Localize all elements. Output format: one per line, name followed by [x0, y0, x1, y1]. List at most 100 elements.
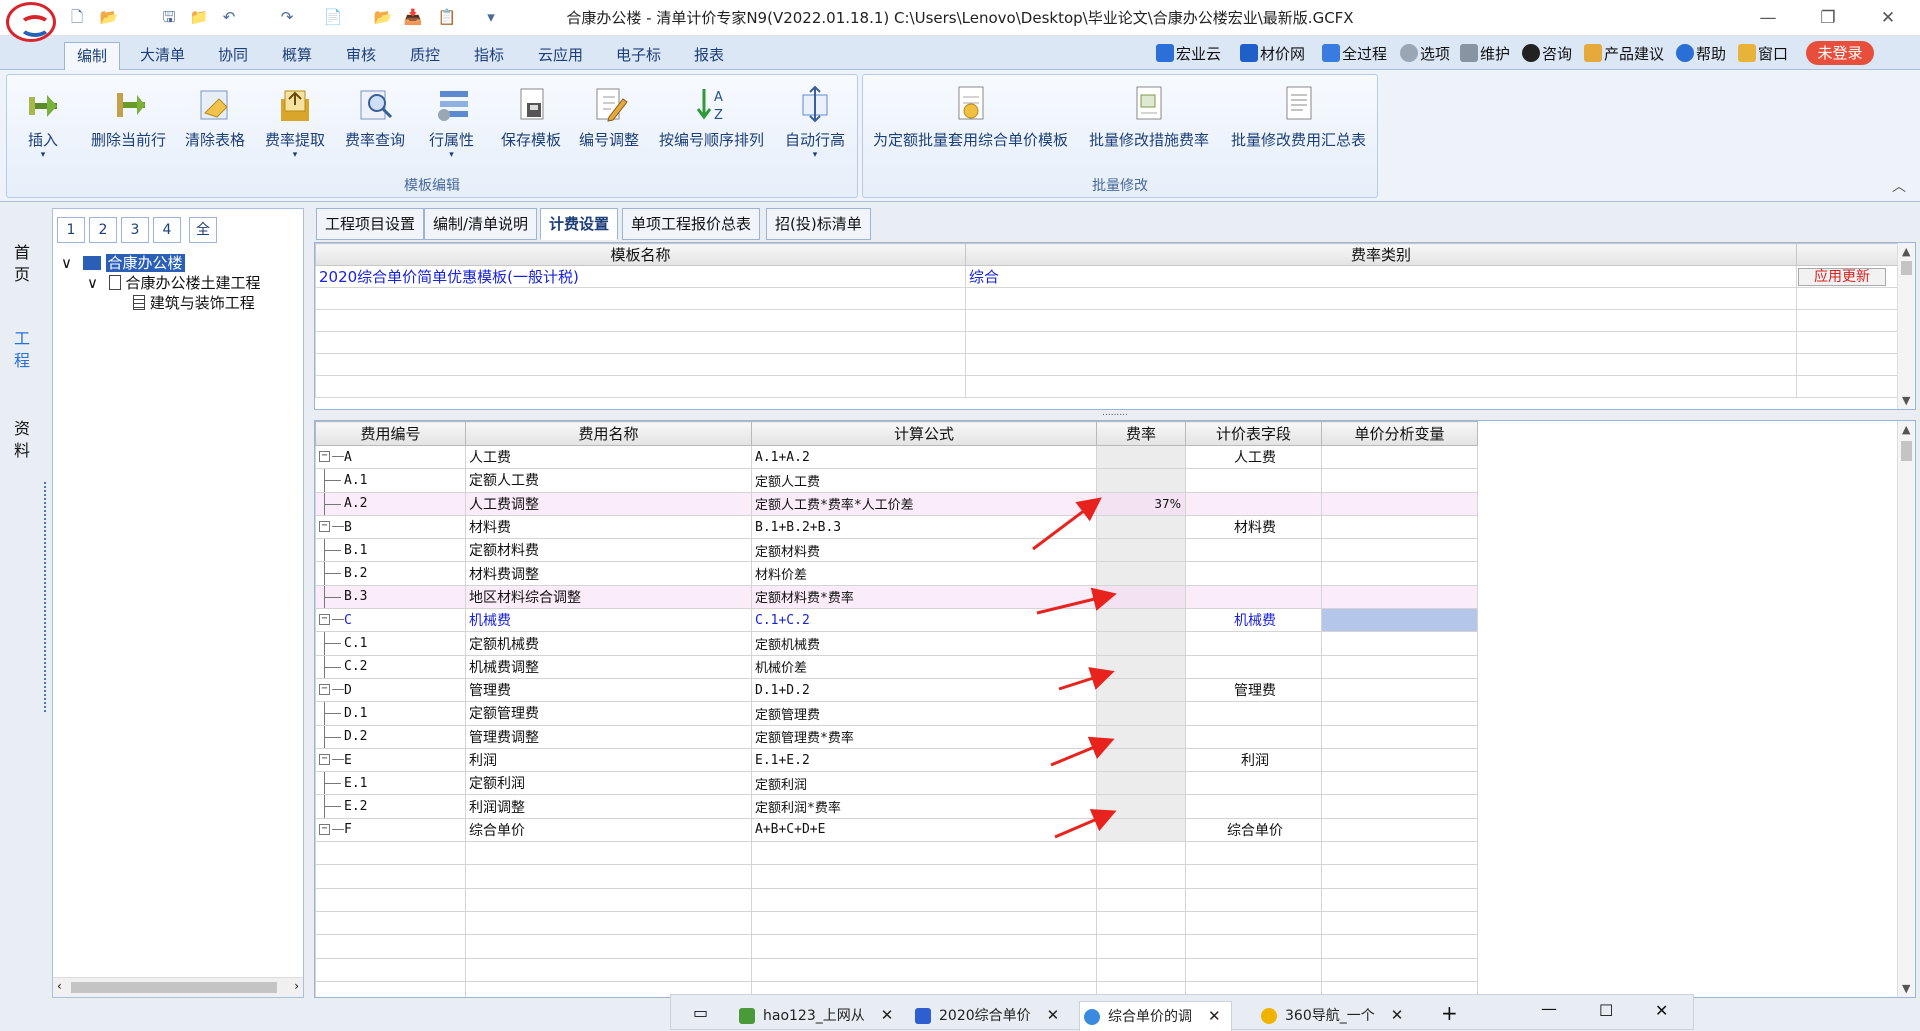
analysis-var-cell[interactable] — [1321, 794, 1478, 819]
auto-row-height-button[interactable]: 自动行高 ▾ — [785, 83, 845, 160]
fee-name-cell[interactable]: 定额人工费 — [465, 468, 752, 493]
sidebar-item-home[interactable]: 首页 — [10, 242, 34, 286]
tab-fee-settings[interactable]: 计费设置 — [540, 208, 619, 240]
close-tab-icon[interactable]: ✕ — [1391, 1006, 1404, 1024]
col-header-fee-name[interactable]: 费用名称 — [465, 421, 752, 446]
browser-maximize-button[interactable]: ☐ — [1599, 1001, 1613, 1020]
fee-name-cell[interactable]: 定额机械费 — [465, 631, 752, 656]
collapse-node-icon[interactable]: − — [319, 823, 344, 835]
pricing-field-cell[interactable]: 综合单价 — [1185, 817, 1322, 843]
fee-code-cell[interactable]: − D — [315, 677, 466, 703]
rate-cell[interactable] — [1096, 654, 1186, 679]
pricing-field-cell[interactable] — [1185, 631, 1322, 656]
chevron-down-icon[interactable]: ∨ — [87, 274, 98, 292]
rate-cell[interactable] — [1096, 794, 1186, 819]
collapse-node-icon[interactable]: − — [319, 753, 344, 765]
pricing-field-cell[interactable] — [1185, 771, 1322, 796]
fee-name-cell[interactable]: 管理费 — [465, 677, 752, 703]
analysis-var-cell[interactable] — [1321, 514, 1478, 540]
fee-code-cell[interactable]: − F — [315, 817, 466, 843]
browser-tab-hao123[interactable]: hao123_上网从 ✕ — [735, 1001, 893, 1031]
pricing-field-cell[interactable] — [1185, 701, 1322, 726]
rate-cell[interactable] — [1096, 444, 1186, 470]
table-row[interactable]: B.1 定额材料费 定额材料费 — [315, 538, 1478, 563]
close-tab-icon[interactable]: ✕ — [1208, 1007, 1221, 1025]
batch-apply-template-button[interactable]: 为定额批量套用综合单价模板 — [873, 83, 1068, 150]
link-suggestion[interactable]: 产品建议 — [1584, 42, 1664, 66]
col-header-formula[interactable]: 计算公式 — [751, 421, 1097, 446]
collapse-node-icon[interactable]: − — [319, 520, 344, 532]
new-tab-button[interactable]: + — [1441, 1001, 1458, 1025]
fee-name-cell[interactable]: 利润调整 — [465, 794, 752, 819]
close-tab-icon[interactable]: ✕ — [1047, 1006, 1060, 1024]
rate-query-button[interactable]: 费率查询 — [345, 83, 405, 150]
col-header-rate-category[interactable]: 费率类别 — [965, 243, 1797, 266]
table-row[interactable]: 2020综合单价简单优惠模板(一般计税) 综合 应用更新 — [315, 265, 1898, 288]
sidebar-item-project[interactable]: 工程 — [10, 328, 34, 372]
table-row[interactable]: B.3 地区材料综合调整 定额材料费*费率 — [315, 584, 1478, 610]
browser-minimize-button[interactable]: — — [1541, 999, 1557, 1018]
analysis-var-cell[interactable] — [1321, 701, 1478, 726]
table-row[interactable]: B.2 材料费调整 材料价差 — [315, 561, 1478, 586]
renumber-button[interactable]: 编号调整 — [579, 83, 639, 150]
pricing-field-cell[interactable] — [1185, 654, 1322, 679]
rate-extract-button[interactable]: 费率提取 ▾ — [265, 83, 325, 160]
level-tab-3[interactable]: 3 — [121, 217, 149, 243]
scroll-thumb[interactable] — [1901, 261, 1912, 275]
analysis-var-cell[interactable] — [1321, 608, 1478, 633]
rate-cell[interactable] — [1096, 584, 1186, 610]
formula-cell[interactable]: A.1+A.2 — [751, 444, 1097, 470]
fee-name-cell[interactable]: 人工费 — [465, 444, 752, 470]
pricing-field-cell[interactable] — [1185, 561, 1322, 586]
fee-code-cell[interactable]: B.2 — [315, 561, 466, 586]
table-row[interactable]: A.1 定额人工费 定额人工费 — [315, 468, 1478, 493]
tab-project-settings[interactable]: 工程项目设置 — [316, 208, 425, 240]
tree-horizontal-scrollbar[interactable]: ‹ › — [53, 977, 303, 997]
formula-cell[interactable]: 定额机械费 — [751, 631, 1097, 656]
table-row[interactable]: − D 管理费 D.1+D.2 管理费 — [315, 677, 1478, 703]
link-options[interactable]: 选项 — [1400, 42, 1450, 66]
tab-bid-list[interactable]: 招(投)标清单 — [766, 208, 871, 240]
delete-row-button[interactable]: 删除当前行 — [91, 83, 166, 150]
rate-cell[interactable] — [1096, 561, 1186, 586]
collapse-ribbon-icon[interactable]: ︿ — [1892, 176, 1906, 196]
link-full-process[interactable]: 全过程 — [1322, 42, 1387, 66]
fee-code-cell[interactable]: B.1 — [315, 538, 466, 563]
window-icon[interactable]: ▭ — [693, 1003, 708, 1022]
col-header-fee-code[interactable]: 费用编号 — [315, 421, 466, 446]
fee-name-cell[interactable]: 定额材料费 — [465, 538, 752, 563]
table-row[interactable]: − A 人工费 A.1+A.2 人工费 — [315, 444, 1478, 470]
fee-name-cell[interactable]: 材料费调整 — [465, 561, 752, 586]
formula-cell[interactable]: A+B+C+D+E — [751, 817, 1097, 843]
fee-name-cell[interactable]: 地区材料综合调整 — [465, 584, 752, 610]
col-header-analysis-var[interactable]: 单价分析变量 — [1321, 421, 1478, 446]
fee-code-cell[interactable]: E.1 — [315, 771, 466, 796]
level-tab-2[interactable]: 2 — [89, 217, 117, 243]
formula-cell[interactable]: 定额人工费 — [751, 468, 1097, 493]
analysis-var-cell[interactable] — [1321, 538, 1478, 563]
save-template-button[interactable]: 保存模板 — [501, 83, 561, 150]
fee-code-cell[interactable]: C.1 — [315, 631, 466, 656]
formula-cell[interactable]: 定额利润*费率 — [751, 794, 1097, 819]
link-hongye-cloud[interactable]: 宏业云 — [1156, 42, 1221, 66]
fee-name-cell[interactable]: 机械费调整 — [465, 654, 752, 679]
analysis-var-cell[interactable] — [1321, 677, 1478, 703]
browser-tab-360[interactable]: 360导航_一个 ✕ — [1257, 1001, 1403, 1031]
tab-cloud[interactable]: 云应用 — [526, 42, 595, 70]
close-tab-icon[interactable]: ✕ — [881, 1006, 894, 1024]
level-tab-4[interactable]: 4 — [153, 217, 181, 243]
fee-code-cell[interactable]: D.2 — [315, 724, 466, 749]
tab-bill[interactable]: 大清单 — [128, 42, 197, 70]
pricing-field-cell[interactable] — [1185, 584, 1322, 610]
tab-index[interactable]: 指标 — [462, 42, 516, 70]
fee-name-cell[interactable]: 定额管理费 — [465, 701, 752, 726]
table-row[interactable]: C.1 定额机械费 定额机械费 — [315, 631, 1478, 656]
table-row[interactable]: − F 综合单价 A+B+C+D+E 综合单价 — [315, 817, 1478, 843]
analysis-var-cell[interactable] — [1321, 584, 1478, 610]
fee-name-cell[interactable]: 定额利润 — [465, 771, 752, 796]
tab-estimate[interactable]: 概算 — [270, 42, 324, 70]
rate-cell[interactable] — [1096, 468, 1186, 493]
scroll-right-icon[interactable]: › — [294, 979, 299, 993]
level-tab-all[interactable]: 全 — [189, 217, 217, 243]
login-button[interactable]: 未登录 — [1806, 41, 1874, 65]
